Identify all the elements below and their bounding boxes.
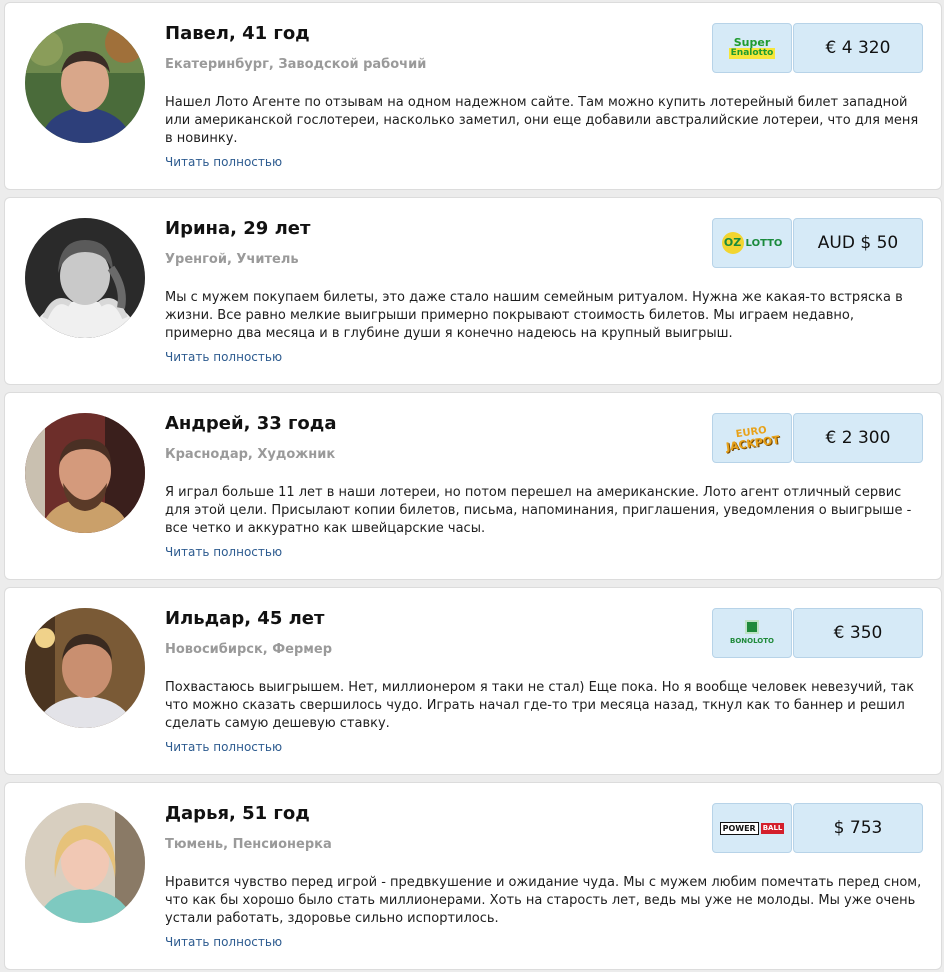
prize-amount: € 350	[793, 608, 923, 658]
reviewer-city-job: Екатеринбург, Заводской рабочий	[165, 57, 427, 72]
logo-line2: Enalotto	[728, 48, 776, 59]
logo-line1: POWER	[719, 821, 759, 835]
review-card: Дарья, 51 год Тюмень, Пенсионерка POWER …	[4, 782, 942, 970]
ozlotto-logo: OZ LOTTO	[712, 218, 792, 268]
avatar	[25, 218, 145, 338]
logo-line1: OZ	[721, 232, 744, 254]
review-card: Ильдар, 45 лет Новосибирск, Фермер BONOL…	[4, 587, 942, 775]
read-more-link[interactable]: Читать полностью	[165, 740, 282, 754]
read-more-link[interactable]: Читать полностью	[165, 935, 282, 949]
avatar	[25, 23, 145, 143]
logo-line2: BONOLOTO	[730, 636, 774, 645]
review-text: Нашел Лото Агенте по отзывам на одном на…	[165, 95, 919, 146]
prize-amount: € 2 300	[793, 413, 923, 463]
review-card: Павел, 41 год Екатеринбург, Заводской ра…	[4, 2, 942, 190]
reviewer-city-job: Краснодар, Художник	[165, 447, 336, 462]
reviewer-name: Ирина, 29 лет	[165, 218, 311, 239]
avatar	[25, 803, 145, 923]
reviewer-city-job: Уренгой, Учитель	[165, 252, 299, 267]
superenalotto-logo: Super Enalotto	[712, 23, 792, 73]
avatar	[25, 608, 145, 728]
reviewer-city-job: Тюмень, Пенсионерка	[165, 837, 332, 852]
reviewer-name: Андрей, 33 года	[165, 413, 337, 434]
prize-amount: $ 753	[793, 803, 923, 853]
clover-icon	[744, 619, 759, 634]
avatar	[25, 413, 145, 533]
reviews-list: Павел, 41 год Екатеринбург, Заводской ра…	[0, 0, 944, 972]
review-text: Похвастаюсь выигрышем. Нет, миллионером …	[165, 680, 915, 731]
prize-amount: € 4 320	[793, 23, 923, 73]
eurojackpot-logo: EURO JACKPOT	[712, 413, 792, 463]
review-card: Ирина, 29 лет Уренгой, Учитель OZ LOTTO …	[4, 197, 942, 385]
review-text: Я играл больше 11 лет в наши лотереи, но…	[165, 485, 912, 536]
read-more-link[interactable]: Читать полностью	[165, 545, 282, 559]
reviewer-name: Павел, 41 год	[165, 23, 310, 44]
logo-line2: LOTTO	[745, 237, 783, 249]
powerball-logo: POWER BALL	[712, 803, 792, 853]
reviewer-name: Ильдар, 45 лет	[165, 608, 325, 629]
reviewer-city-job: Новосибирск, Фермер	[165, 642, 333, 657]
read-more-link[interactable]: Читать полностью	[165, 155, 282, 169]
review-text: Нравится чувство перед игрой - предвкуше…	[165, 875, 922, 926]
bonoloto-logo: BONOLOTO	[712, 608, 792, 658]
logo-line2: BALL	[760, 822, 785, 834]
logo-line1: Super	[733, 36, 771, 49]
read-more-link[interactable]: Читать полностью	[165, 350, 282, 364]
reviewer-name: Дарья, 51 год	[165, 803, 310, 824]
review-card: Андрей, 33 года Краснодар, Художник EURO…	[4, 392, 942, 580]
review-text: Мы с мужем покупаем билеты, это даже ста…	[165, 290, 903, 341]
prize-amount: AUD $ 50	[793, 218, 923, 268]
